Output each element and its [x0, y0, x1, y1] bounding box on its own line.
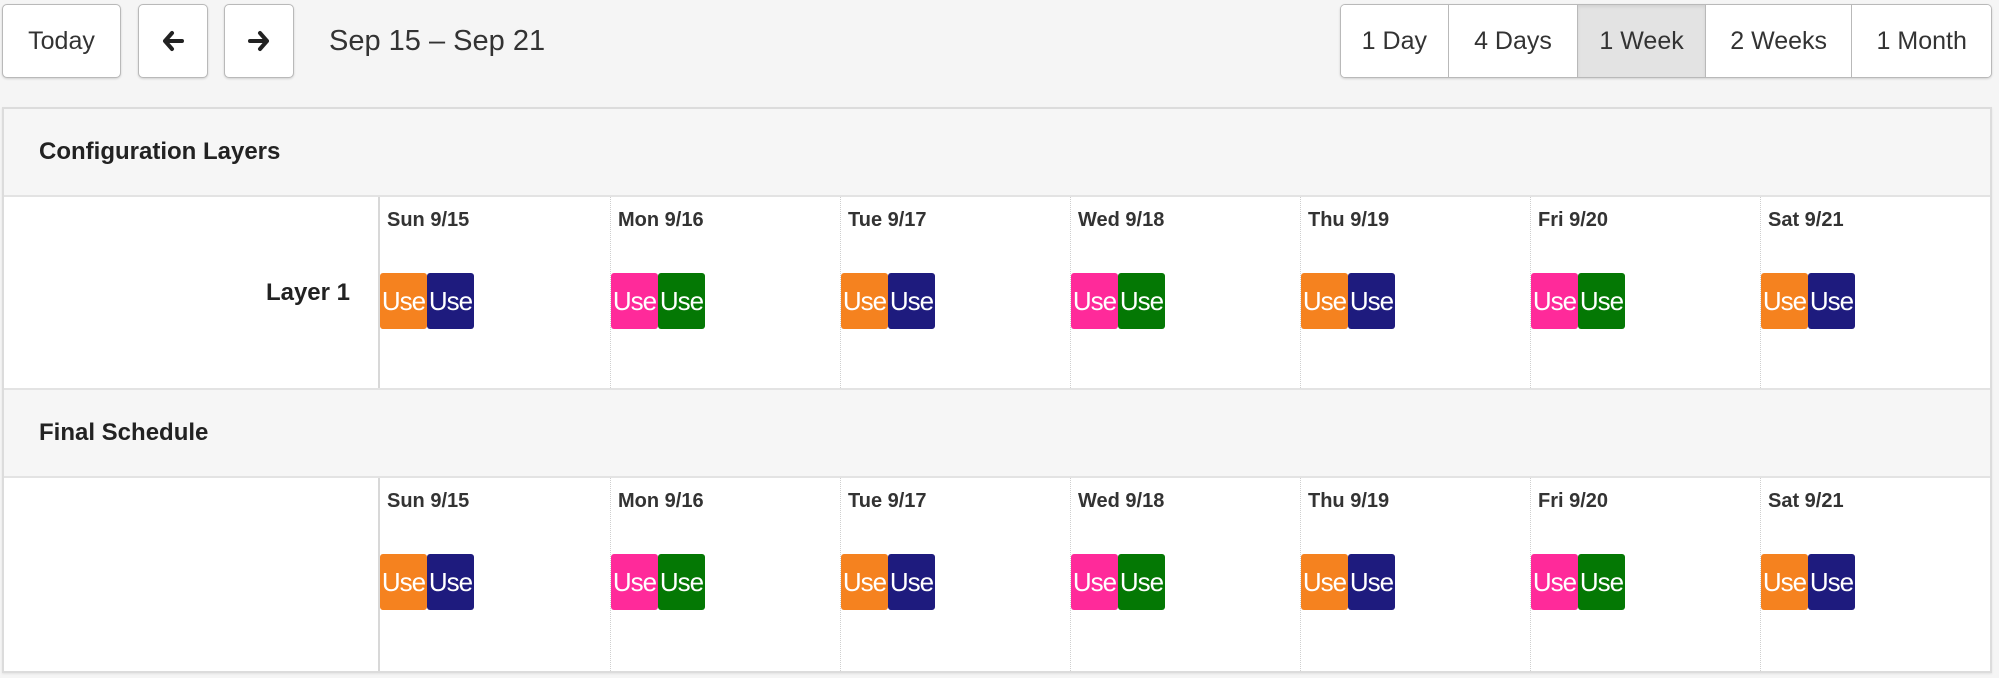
day-label: Mon 9/16 [618, 209, 704, 231]
next-week-button[interactable] [224, 4, 294, 78]
day-label: Sun 9/15 [387, 209, 470, 231]
schedule-event[interactable]: Use [611, 554, 658, 610]
event-group: Use Use [1071, 273, 1165, 329]
layer-row: Layer 1 Sun 9/15 Use Use Mon 9/16 Use Use Tue … [4, 197, 1990, 390]
day-label: Tue 9/17 [848, 490, 927, 512]
schedule-event[interactable]: Use [1071, 273, 1118, 329]
event-group: Use Use [611, 554, 705, 610]
row-label [4, 478, 380, 671]
schedule-event[interactable]: Use [1118, 554, 1165, 610]
view-2-weeks-button[interactable]: 2 Weeks [1705, 5, 1853, 77]
schedule-event[interactable]: Use [888, 554, 935, 610]
day-label: Tue 9/17 [848, 209, 927, 231]
day-column[interactable]: Wed 9/18 Use Use [1070, 197, 1300, 388]
day-column[interactable]: Sat 9/21 Use Use [1760, 197, 1990, 388]
day-column[interactable]: Tue 9/17 Use Use [840, 478, 1070, 671]
today-button[interactable]: Today [2, 4, 121, 78]
day-column[interactable]: Sun 9/15 Use Use [380, 197, 610, 388]
day-column[interactable]: Thu 9/19 Use Use [1300, 197, 1530, 388]
schedule-event[interactable]: Use [1071, 554, 1118, 610]
row-label: Layer 1 [4, 197, 380, 388]
schedule-event[interactable]: Use [1531, 273, 1578, 329]
calendar-toolbar: Today Sep 15 – Sep 21 1 Day 4 Days 1 Wee… [0, 0, 1999, 100]
schedule-event[interactable]: Use [1118, 273, 1165, 329]
day-label: Wed 9/18 [1078, 209, 1165, 231]
day-label: Thu 9/19 [1308, 209, 1390, 231]
day-label: Fri 9/20 [1538, 209, 1609, 231]
schedule-event[interactable]: Use [841, 273, 888, 329]
schedule-event[interactable]: Use [1578, 554, 1625, 610]
schedule-event[interactable]: Use [1531, 554, 1578, 610]
day-label: Sat 9/21 [1768, 209, 1844, 231]
day-columns: Sun 9/15 Use Use Mon 9/16 Use Use Tue 9/17 Use U… [380, 478, 1990, 671]
arrow-left-icon [163, 31, 184, 51]
event-group: Use Use [1071, 554, 1165, 610]
event-group: Use Use [1531, 273, 1625, 329]
day-column[interactable]: Sun 9/15 Use Use [380, 478, 610, 671]
day-label: Thu 9/19 [1308, 490, 1390, 512]
schedule-event[interactable]: Use [427, 273, 474, 329]
day-column[interactable]: Thu 9/19 Use Use [1300, 478, 1530, 671]
event-group: Use Use [380, 273, 474, 329]
section-header-configuration-layers: Configuration Layers [4, 109, 1990, 197]
view-switcher: 1 Day 4 Days 1 Week 2 Weeks 1 Month [1340, 4, 1992, 78]
event-group: Use Use [841, 273, 935, 329]
day-label: Fri 9/20 [1538, 490, 1609, 512]
schedule-event[interactable]: Use [380, 554, 427, 610]
view-4-days-button[interactable]: 4 Days [1448, 5, 1579, 77]
schedule-event[interactable]: Use [1301, 273, 1348, 329]
schedule-event[interactable]: Use [380, 273, 427, 329]
day-label: Sun 9/15 [387, 490, 470, 512]
day-columns: Sun 9/15 Use Use Mon 9/16 Use Use Tue 9/17 Use U… [380, 197, 1990, 388]
section-title: Final Schedule [39, 419, 209, 446]
schedule-event[interactable]: Use [1761, 273, 1808, 329]
schedule-event[interactable]: Use [658, 554, 705, 610]
day-label: Wed 9/18 [1078, 490, 1165, 512]
event-group: Use Use [1301, 554, 1395, 610]
day-label: Mon 9/16 [618, 490, 704, 512]
day-column[interactable]: Fri 9/20 Use Use [1530, 478, 1760, 671]
final-schedule-row: Sun 9/15 Use Use Mon 9/16 Use Use Tue 9/17 Use U… [4, 478, 1990, 671]
schedule-event[interactable]: Use [1348, 273, 1395, 329]
schedule-event[interactable]: Use [1761, 554, 1808, 610]
schedule-event[interactable]: Use [1808, 273, 1855, 329]
event-group: Use Use [1531, 554, 1625, 610]
layer-name: Layer 1 [265, 278, 350, 306]
schedule-event[interactable]: Use [658, 273, 705, 329]
view-1-day-button[interactable]: 1 Day [1341, 5, 1449, 77]
date-range-title: Sep 15 – Sep 21 [329, 25, 546, 57]
day-column[interactable]: Sat 9/21 Use Use [1760, 478, 1990, 671]
event-group: Use Use [380, 554, 474, 610]
day-column[interactable]: Fri 9/20 Use Use [1530, 197, 1760, 388]
event-group: Use Use [1761, 554, 1855, 610]
previous-week-button[interactable] [138, 4, 208, 78]
day-column[interactable]: Mon 9/16 Use Use [610, 478, 840, 671]
event-group: Use Use [841, 554, 935, 610]
schedule-event[interactable]: Use [1808, 554, 1855, 610]
view-1-week-button[interactable]: 1 Week [1578, 5, 1706, 77]
section-header-final-schedule: Final Schedule [4, 390, 1990, 478]
schedule-event[interactable]: Use [427, 554, 474, 610]
day-column[interactable]: Tue 9/17 Use Use [840, 197, 1070, 388]
schedule-grid: Configuration Layers Layer 1 Sun 9/15 Use… [2, 107, 1992, 673]
today-button-label: Today [28, 26, 95, 55]
day-column[interactable]: Wed 9/18 Use Use [1070, 478, 1300, 671]
event-group: Use Use [1761, 273, 1855, 329]
schedule-event[interactable]: Use [888, 273, 935, 329]
arrow-right-icon [248, 31, 269, 51]
day-label: Sat 9/21 [1768, 490, 1844, 512]
section-title: Configuration Layers [39, 138, 281, 165]
schedule-event[interactable]: Use [1578, 273, 1625, 329]
schedule-event[interactable]: Use [1348, 554, 1395, 610]
event-group: Use Use [611, 273, 705, 329]
day-column[interactable]: Mon 9/16 Use Use [610, 197, 840, 388]
schedule-event[interactable]: Use [841, 554, 888, 610]
schedule-event[interactable]: Use [611, 273, 658, 329]
schedule-event[interactable]: Use [1301, 554, 1348, 610]
event-group: Use Use [1301, 273, 1395, 329]
view-1-month-button[interactable]: 1 Month [1852, 5, 1991, 77]
